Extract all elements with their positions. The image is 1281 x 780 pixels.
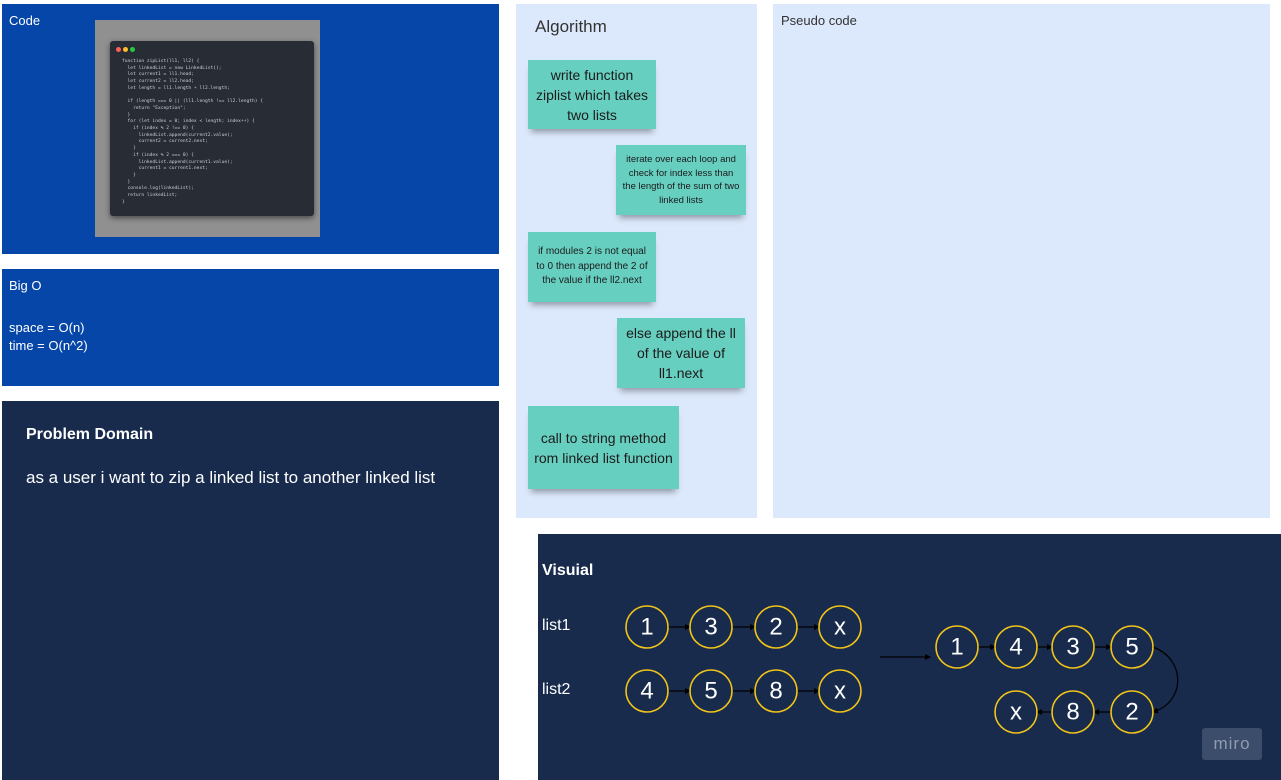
- close-dot-icon: [116, 47, 121, 52]
- algorithm-title: Algorithm: [535, 17, 607, 36]
- node-value: x: [834, 678, 846, 705]
- node-value: 3: [1066, 634, 1079, 661]
- node-value: x: [1010, 699, 1022, 726]
- maximize-dot-icon: [130, 47, 135, 52]
- code-screenshot-image[interactable]: function zipList(ll1, ll2) { let linkedL…: [95, 20, 320, 237]
- problem-domain-text: as a user i want to zip a linked list to…: [26, 468, 436, 487]
- sticky-note[interactable]: iterate over each loop and check for ind…: [616, 145, 746, 215]
- node-value: 4: [640, 678, 653, 705]
- sticky-note[interactable]: write function ziplist which takes two l…: [528, 60, 656, 129]
- big-o-frame[interactable]: Big O space = O(n) time = O(n^2): [2, 269, 499, 386]
- result-node: 1: [935, 625, 979, 669]
- node-value: 2: [769, 614, 782, 641]
- code-frame[interactable]: Code function zipList(ll1, ll2) { let li…: [2, 4, 499, 254]
- list1-node: x: [818, 605, 862, 649]
- list1-node: 3: [689, 605, 733, 649]
- node-value: 5: [1125, 634, 1138, 661]
- algorithm-frame[interactable]: Algorithm write function ziplist which t…: [516, 4, 757, 518]
- code-frame-title: Code: [9, 13, 41, 28]
- visual-frame[interactable]: Visuial list1 list2 132x458x1435x82 miro: [538, 534, 1281, 780]
- list2-node: 8: [754, 669, 798, 713]
- node-value: 3: [704, 614, 717, 641]
- result-curve-arrow: [1152, 646, 1179, 714]
- sticky-note[interactable]: else append the ll of the value of ll1.n…: [617, 318, 745, 388]
- node-value: 8: [769, 678, 782, 705]
- list2-node: x: [818, 669, 862, 713]
- sticky-note[interactable]: call to string method rom linked list fu…: [528, 406, 679, 489]
- result-node: x: [994, 690, 1038, 734]
- result-node: 3: [1051, 625, 1095, 669]
- node-value: 2: [1125, 699, 1138, 726]
- node-value: 5: [704, 678, 717, 705]
- pseudo-code-frame[interactable]: Pseudo code: [773, 4, 1270, 518]
- pseudo-code-title: Pseudo code: [781, 13, 857, 28]
- result-node: 8: [1051, 690, 1095, 734]
- space-complexity: space = O(n): [9, 320, 85, 335]
- node-value: 1: [640, 614, 653, 641]
- node-value: 1: [950, 634, 963, 661]
- list1-node: 1: [625, 605, 669, 649]
- big-o-title: Big O: [9, 278, 42, 293]
- sticky-note[interactable]: if modules 2 is not equal to 0 then appe…: [528, 232, 656, 302]
- minimize-dot-icon: [123, 47, 128, 52]
- linked-list-diagram: 1 3 2 x 4 5 8 x 1 4 3 5 x 8 2: [625, 605, 1179, 734]
- problem-domain-frame[interactable]: Problem Domain as a user i want to zip a…: [2, 401, 499, 780]
- result-node: 4: [994, 625, 1038, 669]
- list1-node: 2: [754, 605, 798, 649]
- miro-logo: miro: [1202, 728, 1262, 760]
- node-value: 4: [1009, 634, 1022, 661]
- time-complexity: time = O(n^2): [9, 338, 88, 353]
- code-editor-window: function zipList(ll1, ll2) { let linkedL…: [110, 41, 314, 216]
- list2-node: 5: [689, 669, 733, 713]
- result-node: 2: [1110, 690, 1154, 734]
- problem-domain-title: Problem Domain: [26, 426, 154, 443]
- list2-node: 4: [625, 669, 669, 713]
- result-node: 5: [1110, 625, 1154, 669]
- code-snippet: function zipList(ll1, ll2) { let linkedL…: [122, 59, 264, 205]
- node-value: 8: [1066, 699, 1079, 726]
- node-value: x: [834, 614, 846, 641]
